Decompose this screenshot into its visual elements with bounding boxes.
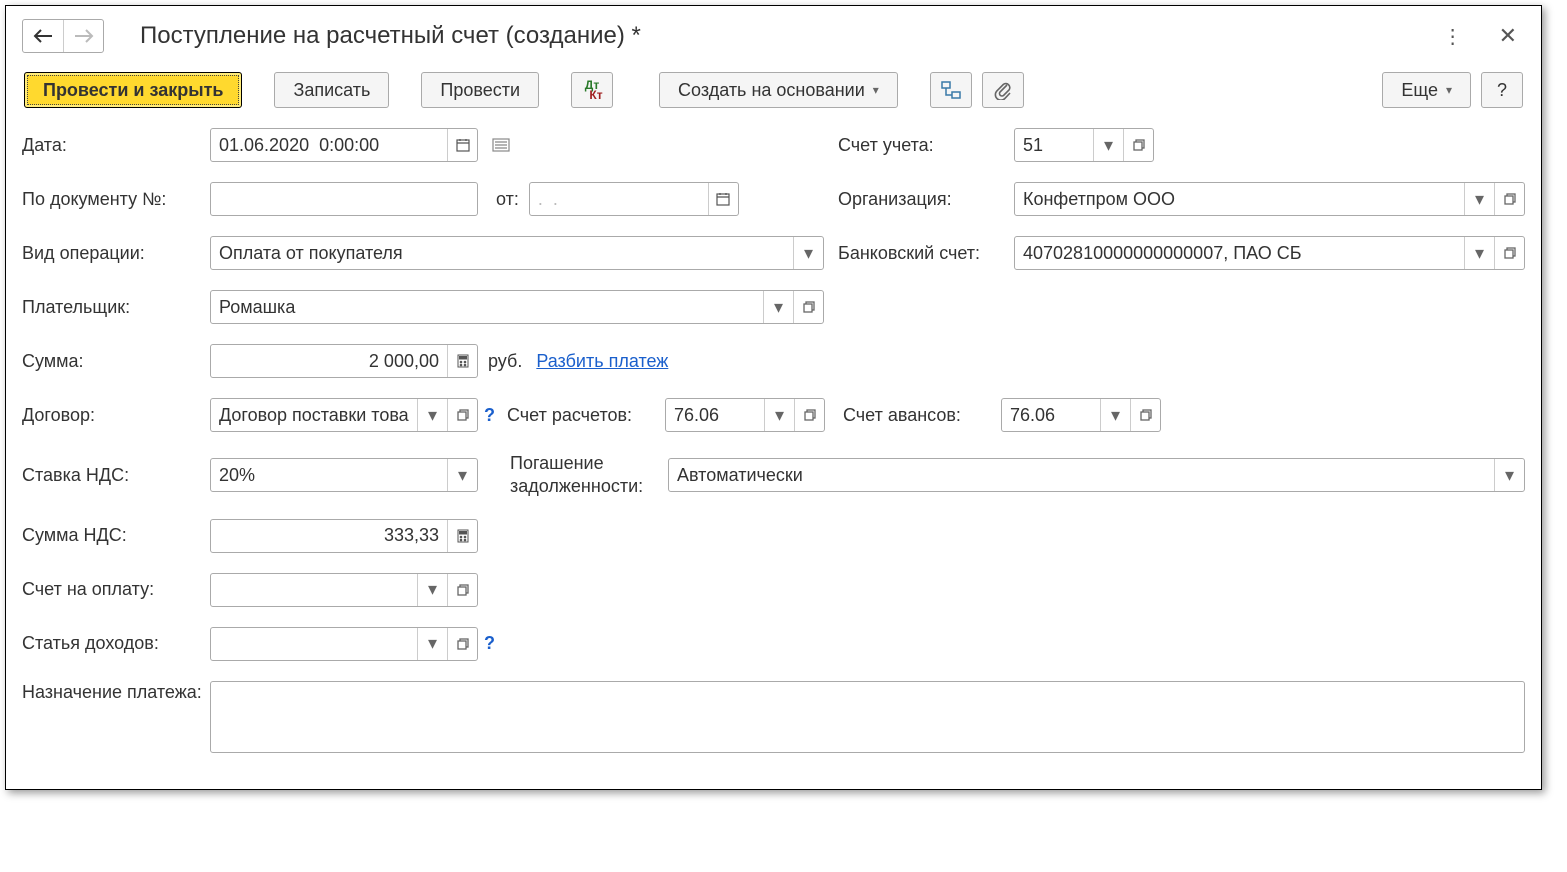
calculator-icon[interactable] xyxy=(447,520,477,552)
dropdown-icon[interactable]: ▾ xyxy=(1464,237,1494,269)
dropdown-icon[interactable]: ▾ xyxy=(1093,129,1123,161)
dropdown-icon[interactable]: ▾ xyxy=(763,291,793,323)
nav-arrows xyxy=(22,19,104,53)
income-item-input[interactable] xyxy=(211,628,417,660)
account-label: Счет учета: xyxy=(838,135,1014,156)
op-type-input[interactable] xyxy=(211,237,793,269)
invoice-input[interactable] xyxy=(211,574,417,606)
bank-account-label: Банковский счет: xyxy=(838,243,1014,264)
page-title: Поступление на расчетный счет (создание)… xyxy=(140,22,1435,50)
nav-back-button[interactable] xyxy=(23,20,63,52)
vat-rate-input[interactable] xyxy=(211,459,447,491)
open-icon[interactable] xyxy=(1494,183,1524,215)
structure-button[interactable] xyxy=(930,72,972,108)
calendar-icon[interactable] xyxy=(708,183,738,215)
debt-repayment-input[interactable] xyxy=(669,459,1494,491)
payer-input[interactable] xyxy=(211,291,763,323)
contract-input[interactable] xyxy=(211,399,417,431)
create-based-on-button[interactable]: Создать на основании▾ xyxy=(659,72,898,108)
toolbar: Провести и закрыть Записать Провести Дт … xyxy=(22,72,1525,108)
amount-input[interactable] xyxy=(211,345,447,377)
list-icon[interactable] xyxy=(484,128,518,162)
bank-account-input[interactable] xyxy=(1015,237,1464,269)
dropdown-icon[interactable]: ▾ xyxy=(1100,399,1130,431)
settle-account-input[interactable] xyxy=(666,399,764,431)
calculator-icon[interactable] xyxy=(447,345,477,377)
doc-date-input[interactable] xyxy=(530,183,708,215)
dropdown-icon[interactable]: ▾ xyxy=(417,574,447,606)
invoice-label: Счет на оплату: xyxy=(22,579,210,600)
title-bar: Поступление на расчетный счет (создание)… xyxy=(22,12,1525,60)
help-button[interactable]: ? xyxy=(1481,72,1523,108)
contract-label: Договор: xyxy=(22,405,210,426)
kebab-menu-icon[interactable]: ⋮ xyxy=(1435,20,1471,53)
dropdown-icon[interactable]: ▾ xyxy=(764,399,794,431)
post-and-close-button[interactable]: Провести и закрыть xyxy=(24,72,242,108)
payer-label: Плательщик: xyxy=(22,297,210,318)
more-button[interactable]: Еще▾ xyxy=(1382,72,1471,108)
debt-repayment-label: Погашение задолженности: xyxy=(510,452,668,499)
open-icon[interactable] xyxy=(1494,237,1524,269)
vat-amount-label: Сумма НДС: xyxy=(22,525,210,546)
doc-from-label: от: xyxy=(496,189,519,210)
dropdown-icon[interactable]: ▾ xyxy=(447,459,477,491)
currency-label: руб. xyxy=(488,351,522,372)
form-area: Дата: Счет учета: ▾ xyxy=(22,128,1525,753)
advance-account-input[interactable] xyxy=(1002,399,1100,431)
split-payment-link[interactable]: Разбить платеж xyxy=(536,351,668,372)
open-icon[interactable] xyxy=(1123,129,1153,161)
open-icon[interactable] xyxy=(794,399,824,431)
open-icon[interactable] xyxy=(447,399,477,431)
calendar-icon[interactable] xyxy=(447,129,477,161)
dropdown-icon[interactable]: ▾ xyxy=(1464,183,1494,215)
org-label: Организация: xyxy=(838,189,1014,210)
op-type-label: Вид операции: xyxy=(22,243,210,264)
open-icon[interactable] xyxy=(793,291,823,323)
dropdown-icon[interactable]: ▾ xyxy=(793,237,823,269)
doc-no-label: По документу №: xyxy=(22,189,210,210)
advance-account-label: Счет авансов: xyxy=(843,405,1001,426)
org-input[interactable] xyxy=(1015,183,1464,215)
save-button[interactable]: Записать xyxy=(274,72,389,108)
purpose-textarea[interactable] xyxy=(210,681,1525,753)
nav-forward-button[interactable] xyxy=(63,20,103,52)
help-icon[interactable]: ? xyxy=(484,633,495,654)
close-icon[interactable]: ✕ xyxy=(1491,19,1525,53)
dropdown-icon[interactable]: ▾ xyxy=(1494,459,1524,491)
date-input[interactable] xyxy=(211,129,447,161)
income-item-label: Статья доходов: xyxy=(22,633,210,654)
document-window: Поступление на расчетный счет (создание)… xyxy=(5,5,1542,790)
dt-kt-button[interactable]: Дт Кт xyxy=(571,72,613,108)
structure-icon xyxy=(941,81,961,99)
purpose-label: Назначение платежа: xyxy=(22,681,210,704)
account-input[interactable] xyxy=(1015,129,1093,161)
open-icon[interactable] xyxy=(447,574,477,606)
dropdown-icon[interactable]: ▾ xyxy=(417,399,447,431)
help-icon[interactable]: ? xyxy=(484,405,495,426)
attachments-button[interactable] xyxy=(982,72,1024,108)
open-icon[interactable] xyxy=(447,628,477,660)
dt-kt-icon: Дт Кт xyxy=(581,80,602,100)
doc-no-input[interactable] xyxy=(211,183,477,215)
vat-rate-label: Ставка НДС: xyxy=(22,465,210,486)
amount-label: Сумма: xyxy=(22,351,210,372)
post-button[interactable]: Провести xyxy=(421,72,539,108)
paperclip-icon xyxy=(994,80,1012,100)
date-label: Дата: xyxy=(22,135,210,156)
dropdown-icon[interactable]: ▾ xyxy=(417,628,447,660)
settle-account-label: Счет расчетов: xyxy=(507,405,665,426)
open-icon[interactable] xyxy=(1130,399,1160,431)
vat-amount-input[interactable] xyxy=(211,520,447,552)
